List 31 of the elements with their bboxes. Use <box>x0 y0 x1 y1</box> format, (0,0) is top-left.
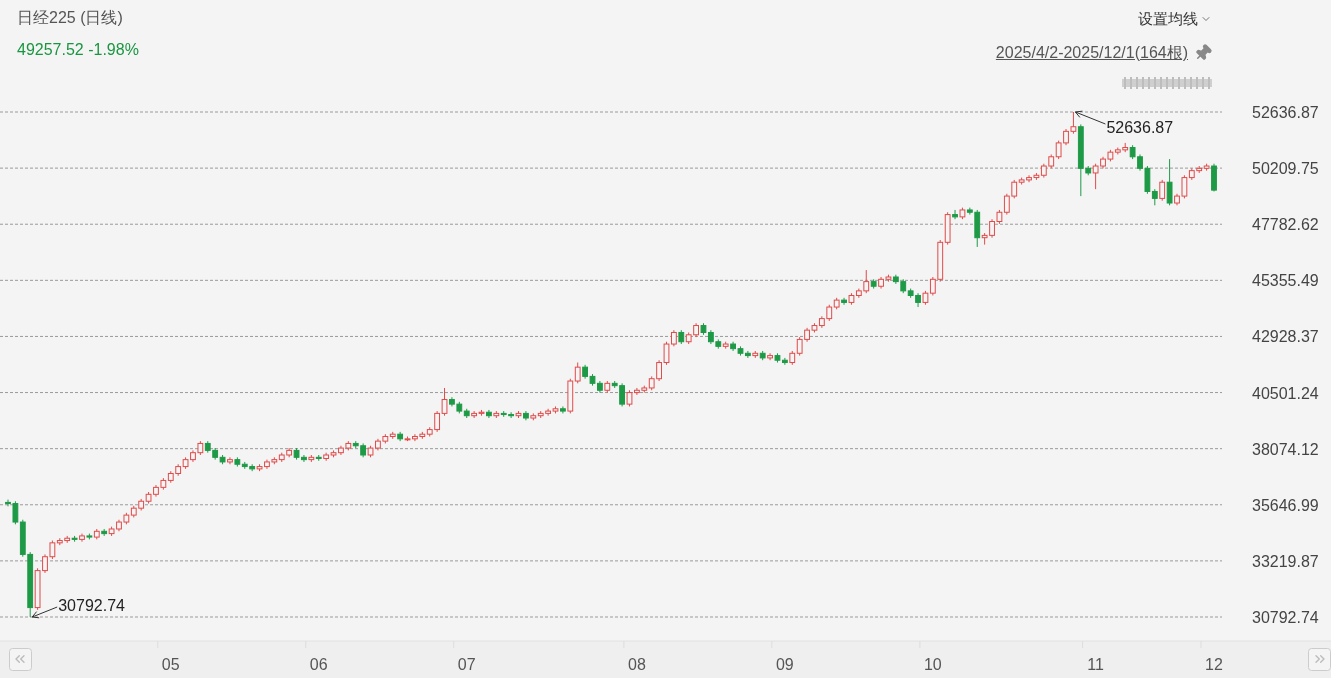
x-axis-label: 07 <box>457 656 476 673</box>
scroll-left-button[interactable] <box>9 648 32 671</box>
x-axis-label: 08 <box>628 656 646 673</box>
y-axis-label: 45355.49 <box>1252 272 1319 290</box>
ma-settings-dropdown[interactable]: 设置均线 <box>1138 8 1212 31</box>
y-axis-label: 33219.87 <box>1252 552 1319 570</box>
chart-title: 日经225 (日线) <box>17 8 124 28</box>
y-axis-label: 40501.24 <box>1252 384 1319 402</box>
price-annotation: 30792.74 <box>58 597 125 614</box>
y-axis-label: 50209.75 <box>1252 160 1319 178</box>
x-axis-label: 12 <box>1205 656 1223 673</box>
double-chevron-right-icon <box>1316 655 1324 663</box>
x-axis-label: 06 <box>309 656 328 673</box>
y-axis-label: 52636.87 <box>1252 104 1319 121</box>
price-annotation: 52636.87 <box>1106 119 1174 136</box>
x-axis-label: 05 <box>161 656 180 673</box>
y-axis-label: 47782.62 <box>1252 216 1319 234</box>
range-slider-drawing[interactable] <box>1122 76 1212 89</box>
y-axis-label: 38074.12 <box>1252 440 1319 458</box>
x-axis-label: 11 <box>1087 656 1104 673</box>
annotation-arrow <box>1074 110 1106 125</box>
x-axis-label: 10 <box>923 656 942 673</box>
y-axis-label: 35646.99 <box>1252 496 1319 514</box>
date-range-link[interactable]: 2025/4/2-2025/12/1(164根) <box>995 40 1188 65</box>
y-axis-label: 42928.37 <box>1252 328 1319 346</box>
annotation-arrow <box>31 606 58 619</box>
x-axis-label: 09 <box>775 656 794 673</box>
y-axis-label: 30792.74 <box>1252 609 1319 626</box>
scroll-right-button[interactable] <box>1308 648 1331 671</box>
price-change: 49257.52 -1.98% <box>17 40 139 60</box>
double-chevron-left-icon <box>16 655 24 663</box>
